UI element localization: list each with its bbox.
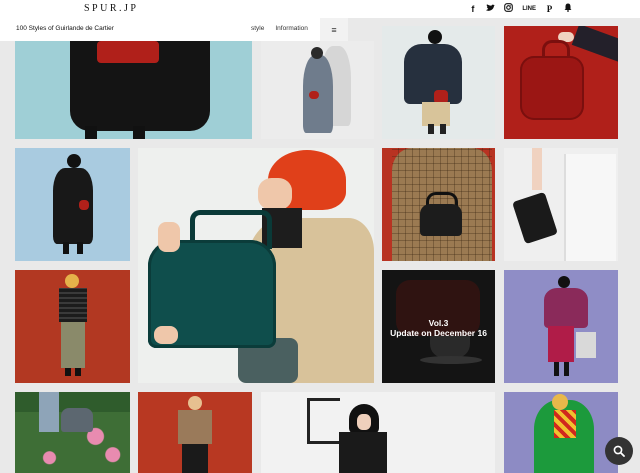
cup bbox=[430, 336, 470, 358]
head bbox=[188, 396, 202, 410]
leg bbox=[440, 124, 446, 134]
head bbox=[558, 276, 570, 288]
grey-bag bbox=[61, 408, 93, 432]
coat-figure bbox=[404, 44, 462, 104]
red-bag bbox=[309, 91, 319, 99]
twitter-icon[interactable] bbox=[486, 3, 496, 15]
social-links: f LINE P bbox=[468, 3, 572, 15]
saucer bbox=[420, 356, 482, 364]
top-bar: SPUR.JP f LINE P bbox=[0, 0, 640, 18]
pinterest-icon[interactable]: P bbox=[545, 4, 554, 15]
head bbox=[67, 154, 81, 168]
shelf bbox=[307, 398, 340, 444]
head bbox=[428, 30, 442, 44]
leg bbox=[63, 242, 69, 254]
photo-tile[interactable] bbox=[382, 26, 495, 139]
sub-navigation: 100 Styles of Guirlande de Cartier style… bbox=[0, 18, 320, 41]
nav-style-link[interactable]: style bbox=[251, 25, 264, 32]
photo-tile-featured[interactable] bbox=[138, 148, 374, 383]
leg bbox=[85, 126, 97, 139]
page-title[interactable]: 100 Styles of Guirlande de Cartier bbox=[16, 25, 114, 32]
jacket bbox=[178, 410, 212, 444]
head bbox=[552, 394, 568, 410]
black-clutch bbox=[512, 191, 558, 245]
nav-information-link[interactable]: Information bbox=[275, 25, 308, 32]
bell-icon[interactable] bbox=[563, 3, 572, 15]
facebook-icon[interactable]: f bbox=[468, 4, 477, 15]
leg bbox=[564, 362, 569, 376]
site-logo[interactable]: SPUR.JP bbox=[84, 3, 138, 14]
dress bbox=[548, 326, 574, 362]
photo-tile[interactable] bbox=[382, 148, 495, 261]
head bbox=[65, 274, 79, 288]
black-bag bbox=[420, 204, 462, 236]
photo-tile[interactable] bbox=[504, 392, 618, 473]
skirt bbox=[61, 322, 85, 368]
photo-tile[interactable] bbox=[15, 270, 130, 383]
photo-tile[interactable] bbox=[504, 270, 618, 383]
red-bag bbox=[97, 41, 159, 63]
leg bbox=[65, 368, 71, 376]
line-icon[interactable]: LINE bbox=[522, 4, 536, 15]
search-icon bbox=[613, 445, 625, 457]
menu-button[interactable]: ≡ bbox=[320, 18, 348, 41]
photo-tile[interactable] bbox=[15, 148, 130, 261]
arm bbox=[571, 26, 618, 62]
photo-tile[interactable] bbox=[504, 26, 618, 139]
photo-tile[interactable] bbox=[15, 41, 252, 139]
photo-tile[interactable] bbox=[261, 392, 495, 473]
red-bag bbox=[520, 56, 584, 120]
sleeve bbox=[39, 392, 59, 432]
leg bbox=[133, 126, 145, 139]
scarf bbox=[554, 410, 576, 438]
stool bbox=[576, 332, 596, 358]
instagram-icon[interactable] bbox=[504, 3, 514, 15]
promo-update: Update on December 16 bbox=[390, 328, 487, 338]
search-button[interactable] bbox=[605, 437, 633, 465]
pants bbox=[182, 444, 208, 473]
head bbox=[311, 47, 323, 59]
subnav-links: style Information bbox=[251, 25, 308, 32]
sweater bbox=[59, 288, 87, 322]
hand bbox=[154, 326, 178, 344]
coat-figure bbox=[544, 288, 588, 328]
hand bbox=[158, 222, 180, 252]
leg bbox=[428, 124, 434, 134]
body bbox=[339, 432, 387, 473]
promo-tile[interactable]: Vol.3 Update on December 16 bbox=[382, 270, 495, 383]
chair bbox=[564, 154, 616, 261]
leg bbox=[75, 368, 81, 376]
skirt bbox=[422, 102, 450, 126]
hamburger-icon: ≡ bbox=[331, 24, 337, 35]
photo-tile[interactable] bbox=[504, 148, 618, 261]
red-bag bbox=[79, 200, 89, 210]
photo-tile[interactable] bbox=[261, 41, 374, 139]
face bbox=[357, 414, 371, 430]
leg bbox=[77, 242, 83, 254]
photo-tile[interactable] bbox=[138, 392, 252, 473]
promo-volume: Vol.3 bbox=[428, 318, 449, 328]
face bbox=[258, 178, 292, 210]
leg bbox=[554, 362, 559, 376]
arm bbox=[532, 148, 542, 190]
photo-tile[interactable] bbox=[15, 392, 130, 473]
